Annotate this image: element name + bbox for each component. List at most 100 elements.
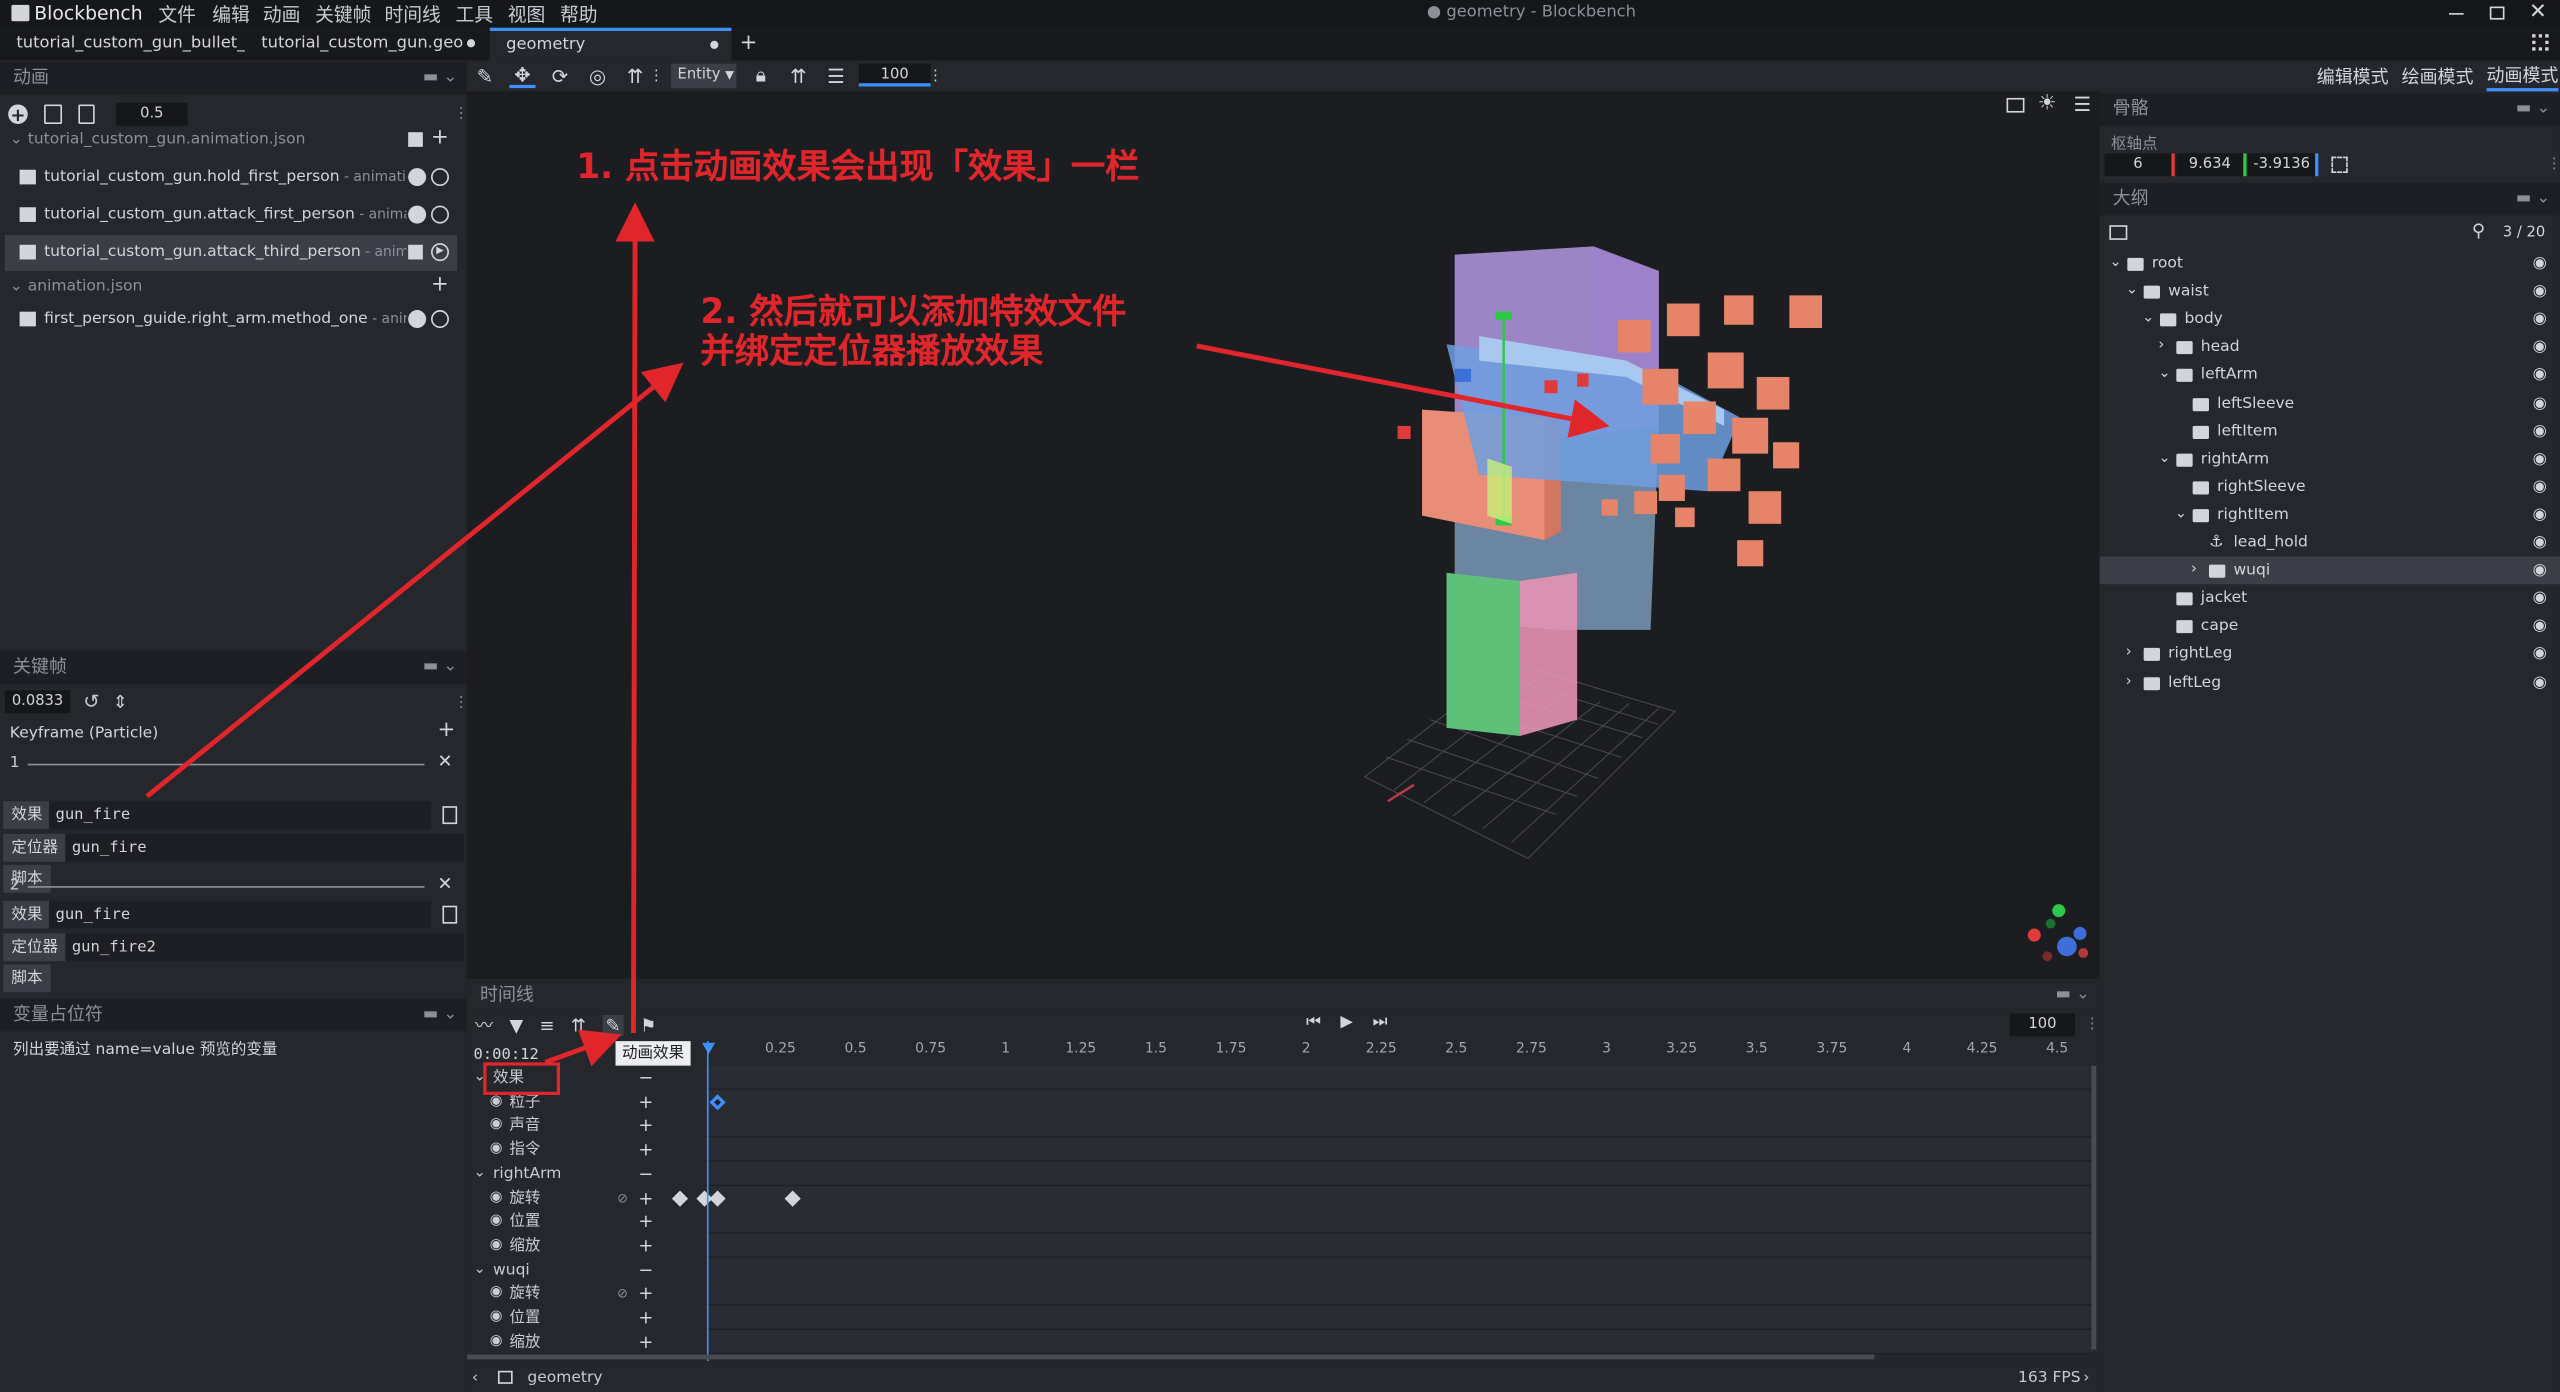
outliner-item[interactable]: › rightLeg ◉: [2100, 640, 2560, 668]
visibility-eye-icon[interactable]: ◉: [2533, 529, 2547, 557]
zoom-input[interactable]: 100: [858, 63, 931, 87]
add-keyframe-icon[interactable]: +: [638, 1306, 653, 1330]
pivot-x-input[interactable]: 6: [2104, 153, 2175, 177]
timeline-track[interactable]: [705, 1281, 2094, 1306]
chevron-down-icon[interactable]: ⌄: [473, 1162, 485, 1186]
timeline-track[interactable]: [705, 1161, 2094, 1187]
timeline-channel-row[interactable]: ◉ 声音 +: [467, 1113, 2100, 1139]
visibility-eye-icon[interactable]: ◉: [2533, 501, 2547, 529]
animation-item[interactable]: first_person_guide.right_arm.method_one …: [0, 302, 467, 338]
move-tool-icon[interactable]: ✥: [509, 63, 536, 89]
visibility-eye-icon[interactable]: ◉: [2533, 305, 2547, 333]
menu-edit[interactable]: 编辑: [212, 2, 250, 28]
timeline-channel-row[interactable]: ◉ 粒子 +: [467, 1089, 2100, 1115]
chevron-right-icon[interactable]: ›: [2191, 557, 2197, 585]
visibility-eye-icon[interactable]: ◉: [490, 1210, 503, 1234]
locator-input[interactable]: gun_fire2: [65, 933, 464, 962]
visibility-eye-icon[interactable]: ◉: [490, 1329, 503, 1353]
outliner-item[interactable]: ⚓ lead_hold ◉: [2100, 529, 2560, 557]
save-icon[interactable]: [408, 132, 423, 147]
animation-item-selected[interactable]: tutorial_custom_gun.attack_third_person …: [4, 234, 458, 271]
collapse-icon[interactable]: −: [638, 1066, 653, 1090]
add-keyframe-icon[interactable]: +: [638, 1138, 653, 1162]
sort-icon[interactable]: ⇈: [571, 1014, 586, 1035]
new-tab-plus-icon[interactable]: +: [740, 31, 758, 55]
animation-item[interactable]: tutorial_custom_gun.hold_first_person - …: [0, 160, 467, 196]
file-tab-geo[interactable]: tutorial_custom_gun.geo: [245, 28, 490, 61]
collapse-icon[interactable]: −: [638, 1162, 653, 1186]
chevron-down-icon[interactable]: ⌄: [473, 1258, 485, 1282]
outliner-item[interactable]: ⌄ root ◉: [2100, 250, 2560, 278]
add-keyframe-icon[interactable]: +: [638, 1282, 653, 1306]
timeline-channel-row[interactable]: ◉ 缩放 +: [467, 1233, 2100, 1259]
timeline-track[interactable]: [705, 1257, 2094, 1283]
add-icon[interactable]: +: [431, 124, 449, 152]
visibility-eye-icon[interactable]: ◉: [490, 1138, 503, 1162]
outliner-item[interactable]: ⌄ waist ◉: [2100, 278, 2560, 306]
more-menu-icon[interactable]: ⋮: [2085, 1017, 2100, 1033]
timeline-track[interactable]: [705, 1065, 2094, 1091]
rotation-keyframe[interactable]: [671, 1189, 688, 1206]
visibility-eye-icon[interactable]: ◉: [2533, 278, 2547, 306]
playhead-handle-icon[interactable]: [702, 1042, 716, 1055]
outliner-item[interactable]: ⌄ rightItem ◉: [2100, 501, 2560, 529]
more-menu-icon[interactable]: ⋮: [649, 64, 664, 88]
screenshot-icon[interactable]: [2006, 97, 2025, 113]
panel-controls-icon[interactable]: ▬ ⌄: [423, 62, 457, 95]
grid-menu-icon[interactable]: [2532, 34, 2549, 51]
outliner-item[interactable]: leftSleeve ◉: [2100, 389, 2560, 417]
playhead[interactable]: [706, 1041, 709, 1361]
timeline-ruler[interactable]: 0.25 0.5 0.75 1 1.25 1.5 1.75 2 2.25 2.5 2.75 3 3.25…: [705, 1041, 2093, 1064]
add-keyframe-icon[interactable]: +: [638, 1210, 653, 1234]
timeline-track[interactable]: [705, 1305, 2094, 1330]
timeline-group-row[interactable]: ⌄ rightArm −: [467, 1161, 2100, 1187]
chevron-right-icon[interactable]: ›: [2158, 333, 2164, 361]
add-keyframe-icon[interactable]: +: [638, 1090, 653, 1114]
entity-mode-select[interactable]: Entity ▼: [671, 63, 737, 89]
check-icon[interactable]: [408, 168, 427, 187]
3d-viewport[interactable]: ☀ ☰: [466, 91, 2100, 980]
filter-icon[interactable]: ▼: [509, 1014, 523, 1035]
lock-icon[interactable]: ⊘: [617, 1186, 628, 1210]
menu-view[interactable]: 视图: [508, 2, 546, 28]
file-tab-bullet[interactable]: tutorial_custom_gun_bullet_proje: [0, 28, 245, 61]
paint-mode-tab[interactable]: 绘画模式: [2402, 64, 2474, 90]
pivot-z-input[interactable]: -3.9136: [2248, 153, 2319, 177]
timeline-channel-row[interactable]: ◉ 位置 +: [467, 1305, 2100, 1330]
load-animation-icon[interactable]: [44, 104, 63, 125]
outliner-item[interactable]: › wuqi ◉: [2099, 556, 2560, 585]
interpolation-icon[interactable]: ⇕: [113, 691, 128, 712]
play-icon[interactable]: ▶: [431, 243, 449, 262]
outliner-item[interactable]: ⌄ rightArm ◉: [2100, 445, 2560, 473]
check-icon[interactable]: [408, 310, 427, 329]
menu-help[interactable]: 帮助: [560, 2, 598, 28]
animation-speed-input[interactable]: 0.5: [115, 102, 188, 126]
visibility-eye-icon[interactable]: ◉: [2533, 445, 2547, 473]
outliner-item[interactable]: jacket ◉: [2100, 585, 2560, 613]
panel-controls-icon[interactable]: ▬ ⌄: [2516, 183, 2550, 216]
visibility-eye-icon[interactable]: ◉: [2533, 612, 2547, 640]
menu-file[interactable]: 文件: [158, 2, 196, 28]
timeline-channel-row[interactable]: ◉ 缩放 +: [467, 1329, 2100, 1354]
reset-icon[interactable]: ↺: [83, 690, 99, 713]
check-icon[interactable]: [408, 205, 427, 224]
visibility-eye-icon[interactable]: ◉: [2533, 361, 2547, 389]
outliner-item[interactable]: › leftLeg ◉: [2100, 668, 2560, 696]
animate-mode-tab[interactable]: 动画模式: [2486, 62, 2559, 92]
radio-icon[interactable]: [431, 310, 449, 329]
outliner-item[interactable]: › head ◉: [2100, 333, 2560, 361]
add-keyframe-icon[interactable]: +: [638, 1234, 653, 1258]
pivot-y-input[interactable]: 9.634: [2176, 153, 2247, 177]
maximize-icon[interactable]: [2489, 6, 2505, 20]
visibility-eye-icon[interactable]: ◉: [2533, 473, 2547, 501]
rotate-tool-icon[interactable]: ⟳: [547, 64, 573, 88]
import-animation-icon[interactable]: [78, 104, 95, 125]
scale-tool-icon[interactable]: ⇈: [622, 64, 648, 88]
minimize-icon[interactable]: [2448, 13, 2464, 15]
visibility-eye-icon[interactable]: ◉: [490, 1282, 503, 1306]
outliner-item[interactable]: leftItem ◉: [2100, 417, 2560, 445]
effect-input[interactable]: gun_fire: [48, 801, 432, 830]
chevron-down-icon[interactable]: ⌄: [2158, 445, 2170, 473]
panel-controls-icon[interactable]: ▬ ⌄: [423, 651, 457, 684]
more-menu-icon[interactable]: ⋮: [928, 64, 943, 88]
